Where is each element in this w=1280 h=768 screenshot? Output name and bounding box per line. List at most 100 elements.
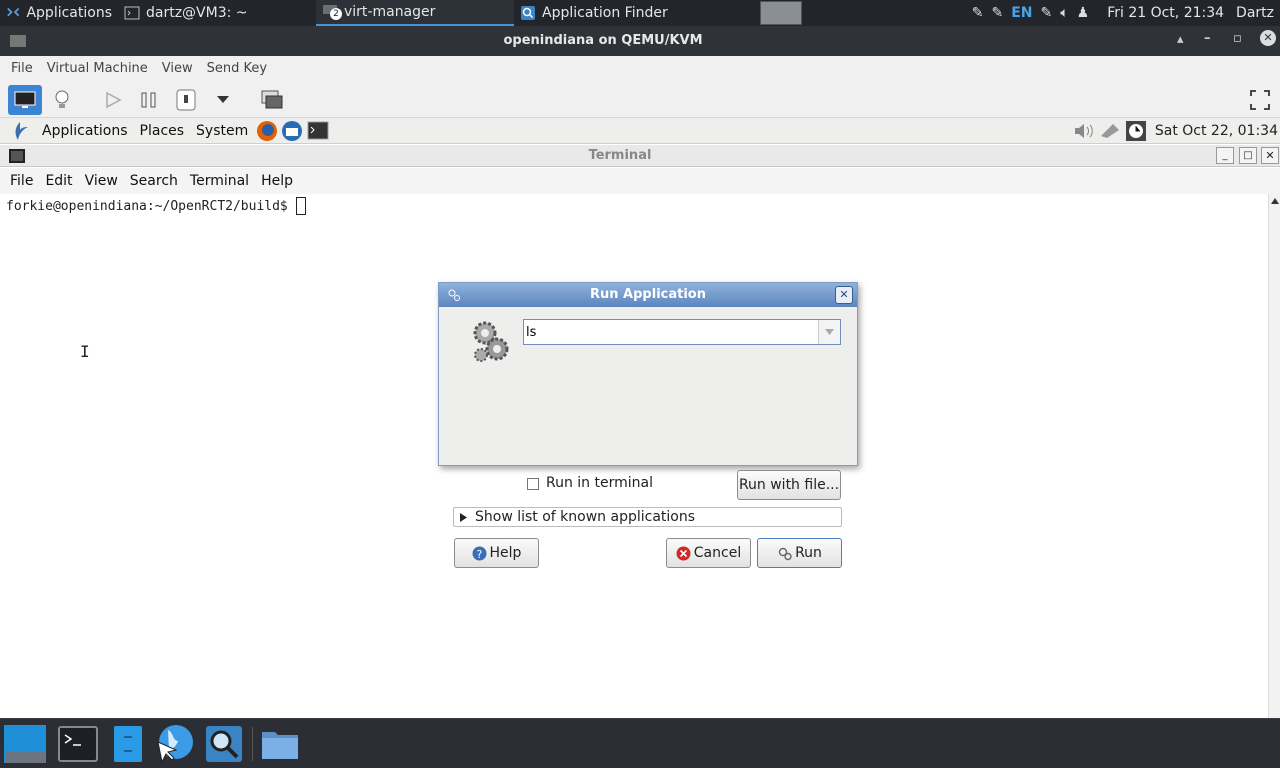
terminal-menu-help[interactable]: Help bbox=[255, 173, 299, 189]
shutdown-menu-button[interactable] bbox=[206, 85, 240, 115]
xfce-logo-icon bbox=[7, 7, 20, 17]
run-dialog-titlebar: Run Application ✕ bbox=[439, 283, 857, 307]
chevron-down-icon bbox=[217, 96, 229, 103]
terminal-menu-view[interactable]: View bbox=[79, 173, 124, 189]
dock-file-manager[interactable] bbox=[108, 725, 148, 763]
snapshots-button[interactable] bbox=[255, 85, 289, 115]
close-icon[interactable]: ✕ bbox=[1260, 30, 1276, 46]
volume-icon[interactable]: 🔈︎ bbox=[1060, 5, 1068, 21]
dock-home-folder[interactable] bbox=[260, 725, 300, 763]
host-clock[interactable]: Fri 21 Oct, 21:34 bbox=[1101, 0, 1230, 26]
cancel-icon bbox=[676, 546, 691, 560]
vm-window-title: openindiana on QEMU/KVM bbox=[503, 33, 703, 48]
shutdown-vm-button[interactable] bbox=[169, 85, 203, 115]
show-console-button[interactable] bbox=[8, 85, 42, 115]
scroll-up-icon[interactable] bbox=[1271, 198, 1279, 204]
terminal-menu-search[interactable]: Search bbox=[124, 173, 184, 189]
command-input[interactable] bbox=[526, 322, 816, 342]
run-vm-button[interactable] bbox=[96, 85, 130, 115]
dock-app-finder[interactable] bbox=[204, 725, 244, 763]
terminal-scrollbar[interactable] bbox=[1268, 194, 1280, 718]
help-button[interactable]: ? Help bbox=[454, 538, 539, 568]
host-user[interactable]: Dartz bbox=[1230, 0, 1280, 26]
guest-menu-places[interactable]: Places bbox=[134, 123, 191, 139]
expander-arrow-icon bbox=[460, 512, 467, 522]
host-task-label: virt-manager bbox=[344, 4, 436, 20]
keep-above-icon[interactable]: ▴ bbox=[1177, 32, 1184, 47]
help-label: Help bbox=[489, 545, 522, 561]
cancel-button[interactable]: Cancel bbox=[666, 538, 751, 568]
terminal-prompt: forkie@openindiana:~/OpenRCT2/build$ bbox=[6, 198, 296, 214]
clock-icon[interactable] bbox=[1125, 120, 1147, 142]
command-dropdown-button[interactable] bbox=[818, 320, 840, 344]
terminal-launcher-icon[interactable] bbox=[307, 121, 329, 141]
network-icon[interactable]: ✎ bbox=[991, 5, 1003, 21]
host-task-terminal[interactable]: dartz@VM3: ~ bbox=[118, 0, 316, 26]
fullscreen-button[interactable] bbox=[1243, 85, 1277, 115]
folder-icon bbox=[262, 732, 298, 759]
run-button[interactable]: Run bbox=[757, 538, 842, 568]
close-icon[interactable]: ✕ bbox=[1261, 147, 1279, 164]
vm-menu-view[interactable]: View bbox=[155, 61, 200, 76]
lightbulb-icon bbox=[55, 90, 69, 108]
host-applications-label: Applications bbox=[26, 5, 112, 21]
terminal-cursor bbox=[295, 197, 306, 215]
show-desktop-button[interactable] bbox=[4, 725, 46, 763]
network-icon[interactable]: ✎ bbox=[972, 5, 984, 21]
fullscreen-icon bbox=[1250, 90, 1270, 110]
run-with-file-button[interactable]: Run with file... bbox=[737, 470, 841, 500]
thunderbird-icon[interactable] bbox=[280, 120, 304, 142]
terminal-menu-terminal[interactable]: Terminal bbox=[184, 173, 255, 189]
host-task-virt-manager[interactable]: 2 virt-manager bbox=[316, 0, 514, 26]
host-applications-menu[interactable]: Applications bbox=[0, 0, 118, 26]
file-cabinet-icon bbox=[114, 726, 142, 762]
run-application-dialog: Run Application ✕ Run in terminal Run wi… bbox=[438, 282, 858, 568]
play-icon bbox=[106, 91, 122, 109]
pause-vm-button[interactable] bbox=[132, 85, 166, 115]
terminal-menubar: File Edit View Search Terminal Help bbox=[0, 168, 1280, 194]
vm-toolbar bbox=[0, 80, 1280, 118]
vm-window-titlebar: openindiana on QEMU/KVM ▴ – ▫ ✕ bbox=[0, 26, 1280, 56]
dock-terminal[interactable] bbox=[58, 725, 98, 763]
maximize-icon[interactable]: □ bbox=[1239, 147, 1257, 164]
guest-menu-system[interactable]: System bbox=[190, 123, 254, 139]
notification-bell-icon[interactable]: ♟ bbox=[1077, 5, 1090, 21]
terminal-menu-file[interactable]: File bbox=[4, 173, 39, 189]
desktop-icon bbox=[5, 725, 45, 763]
host-task-label: Application Finder bbox=[542, 5, 668, 21]
power-icon bbox=[176, 89, 196, 111]
host-task-app-finder[interactable]: Application Finder bbox=[514, 0, 760, 26]
volume-icon[interactable] bbox=[1073, 122, 1095, 140]
monitor-icon bbox=[14, 91, 36, 108]
terminal-menu-edit[interactable]: Edit bbox=[39, 173, 78, 189]
host-top-panel: Applications dartz@VM3: ~ 2 virt-manager… bbox=[0, 0, 1280, 26]
show-details-button[interactable] bbox=[45, 85, 79, 115]
minimize-icon[interactable]: – bbox=[1204, 31, 1211, 46]
host-task-label: dartz@VM3: ~ bbox=[146, 5, 248, 21]
terminal-icon bbox=[58, 726, 98, 762]
magnifier-icon bbox=[521, 6, 535, 20]
guest-clock[interactable]: Sat Oct 22, 01:34 bbox=[1155, 123, 1278, 139]
workspace-switcher[interactable] bbox=[760, 1, 802, 25]
systray: ✎ ✎ EN ✎ 🔈︎ ♟ bbox=[966, 0, 1095, 26]
keyboard-layout[interactable]: EN bbox=[1011, 5, 1032, 21]
maximize-icon[interactable]: ▫ bbox=[1233, 31, 1242, 46]
run-in-terminal-label[interactable]: Run in terminal bbox=[546, 475, 653, 491]
minimize-icon[interactable]: _ bbox=[1216, 147, 1234, 164]
task-count-badge: 2 bbox=[330, 8, 342, 20]
firefox-icon[interactable] bbox=[256, 120, 278, 142]
globe-icon bbox=[157, 725, 193, 764]
known-applications-expander[interactable]: Show list of known applications bbox=[453, 507, 842, 527]
network-icon[interactable] bbox=[1099, 122, 1121, 140]
dock-web-browser[interactable] bbox=[154, 725, 194, 764]
vm-menu-file[interactable]: File bbox=[4, 61, 40, 76]
vm-menu-virtual-machine[interactable]: Virtual Machine bbox=[40, 61, 155, 76]
network-icon[interactable]: ✎ bbox=[1040, 5, 1052, 21]
guest-menu-applications[interactable]: Applications bbox=[36, 123, 134, 139]
foot-logo-icon[interactable] bbox=[10, 120, 30, 142]
guest-top-panel: Applications Places System Sat Oct 22, 0… bbox=[0, 118, 1280, 144]
close-icon[interactable]: ✕ bbox=[835, 286, 853, 304]
vm-menu-send-key[interactable]: Send Key bbox=[200, 61, 274, 76]
gears-small-icon bbox=[778, 547, 792, 560]
run-in-terminal-box[interactable] bbox=[527, 478, 539, 490]
